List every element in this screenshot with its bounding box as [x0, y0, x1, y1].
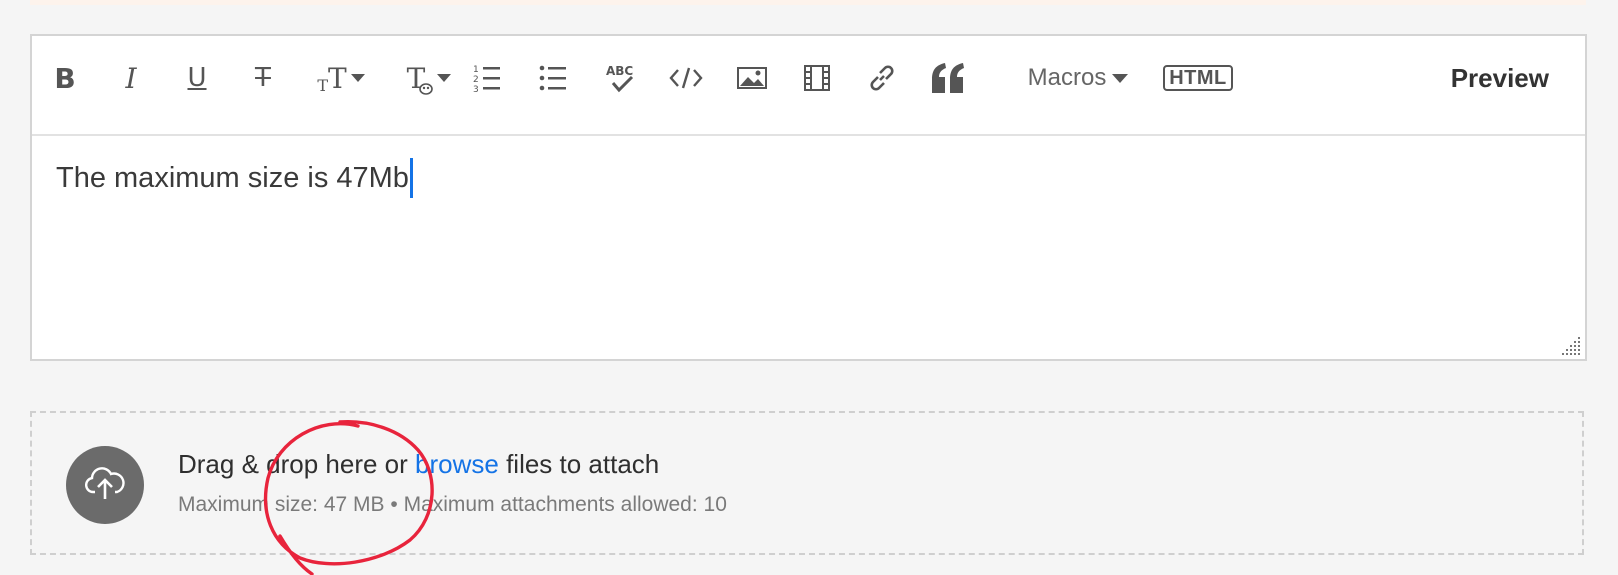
font-size-icon: T T [317, 61, 347, 95]
link-button[interactable] [866, 58, 898, 98]
code-icon [669, 66, 703, 90]
code-button[interactable] [668, 58, 704, 98]
svg-text:2: 2 [473, 75, 479, 85]
html-button[interactable]: HTML [1162, 58, 1234, 98]
image-button[interactable] [736, 58, 768, 98]
numbered-list-button[interactable]: 1 2 3 [472, 58, 502, 98]
image-icon [737, 67, 767, 89]
chevron-down-icon [350, 74, 365, 82]
dropzone-limits: Maximum size: 47 MB • Maximum attachment… [178, 493, 727, 517]
chevron-down-icon [437, 74, 452, 82]
resize-handle-icon[interactable] [1561, 335, 1581, 355]
bulleted-list-button[interactable] [538, 58, 568, 98]
spellcheck-icon: ABC [605, 63, 635, 93]
dropzone-text-after: files to attach [498, 449, 660, 479]
bold-icon: B [54, 61, 76, 95]
font-color-icon: T [407, 62, 434, 95]
preview-label: Preview [1450, 62, 1549, 93]
svg-text:ABC: ABC [606, 64, 633, 78]
font-size-button[interactable]: T T [312, 58, 370, 98]
max-attachments-text: Maximum attachments allowed: 10 [403, 493, 727, 516]
browse-link[interactable]: browse [415, 449, 499, 479]
numbered-list-icon: 1 2 3 [473, 63, 501, 93]
file-dropzone[interactable]: Drag & drop here or browse files to atta… [30, 411, 1584, 555]
underline-icon: U [187, 63, 207, 93]
max-size-text: Maximum size: 47 MB [178, 493, 385, 516]
editor-toolbar: B I U T T T T 1 2 3 ABC Macros HTML Prev… [32, 36, 1585, 136]
italic-button[interactable]: I [116, 58, 146, 98]
underline-button[interactable]: U [182, 58, 212, 98]
link-icon [867, 63, 897, 93]
rich-text-editor[interactable]: B I U T T T T 1 2 3 ABC Macros HTML Prev… [30, 34, 1587, 361]
editor-text: The maximum size is 47Mb [56, 162, 409, 194]
chevron-down-icon [1112, 73, 1129, 83]
svg-text:3: 3 [473, 85, 479, 93]
top-strip [30, 0, 1586, 5]
strikethrough-button[interactable]: T [248, 58, 278, 98]
quote-icon [931, 63, 965, 93]
font-color-button[interactable]: T [400, 58, 458, 98]
svg-text:1: 1 [473, 65, 479, 75]
editor-content[interactable]: The maximum size is 47Mb [56, 158, 413, 198]
dropzone-instructions: Drag & drop here or browse files to atta… [178, 449, 659, 480]
macros-dropdown[interactable]: Macros [1024, 58, 1132, 98]
bulleted-list-icon [539, 65, 567, 91]
video-button[interactable] [802, 58, 832, 98]
preview-button[interactable]: Preview [1451, 58, 1549, 98]
dropzone-text-before: Drag & drop here or [178, 449, 416, 479]
quote-button[interactable] [930, 58, 966, 98]
spellcheck-button[interactable]: ABC [604, 58, 636, 98]
bold-button[interactable]: B [50, 58, 80, 98]
limits-separator: • [384, 493, 404, 516]
cloud-upload-icon [84, 466, 125, 505]
text-caret [409, 158, 413, 198]
strikethrough-icon: T [255, 63, 271, 93]
italic-icon: I [125, 61, 137, 95]
upload-button[interactable] [66, 446, 144, 524]
html-icon: HTML [1163, 65, 1233, 91]
video-icon [804, 65, 830, 91]
macros-label: Macros [1027, 64, 1107, 91]
